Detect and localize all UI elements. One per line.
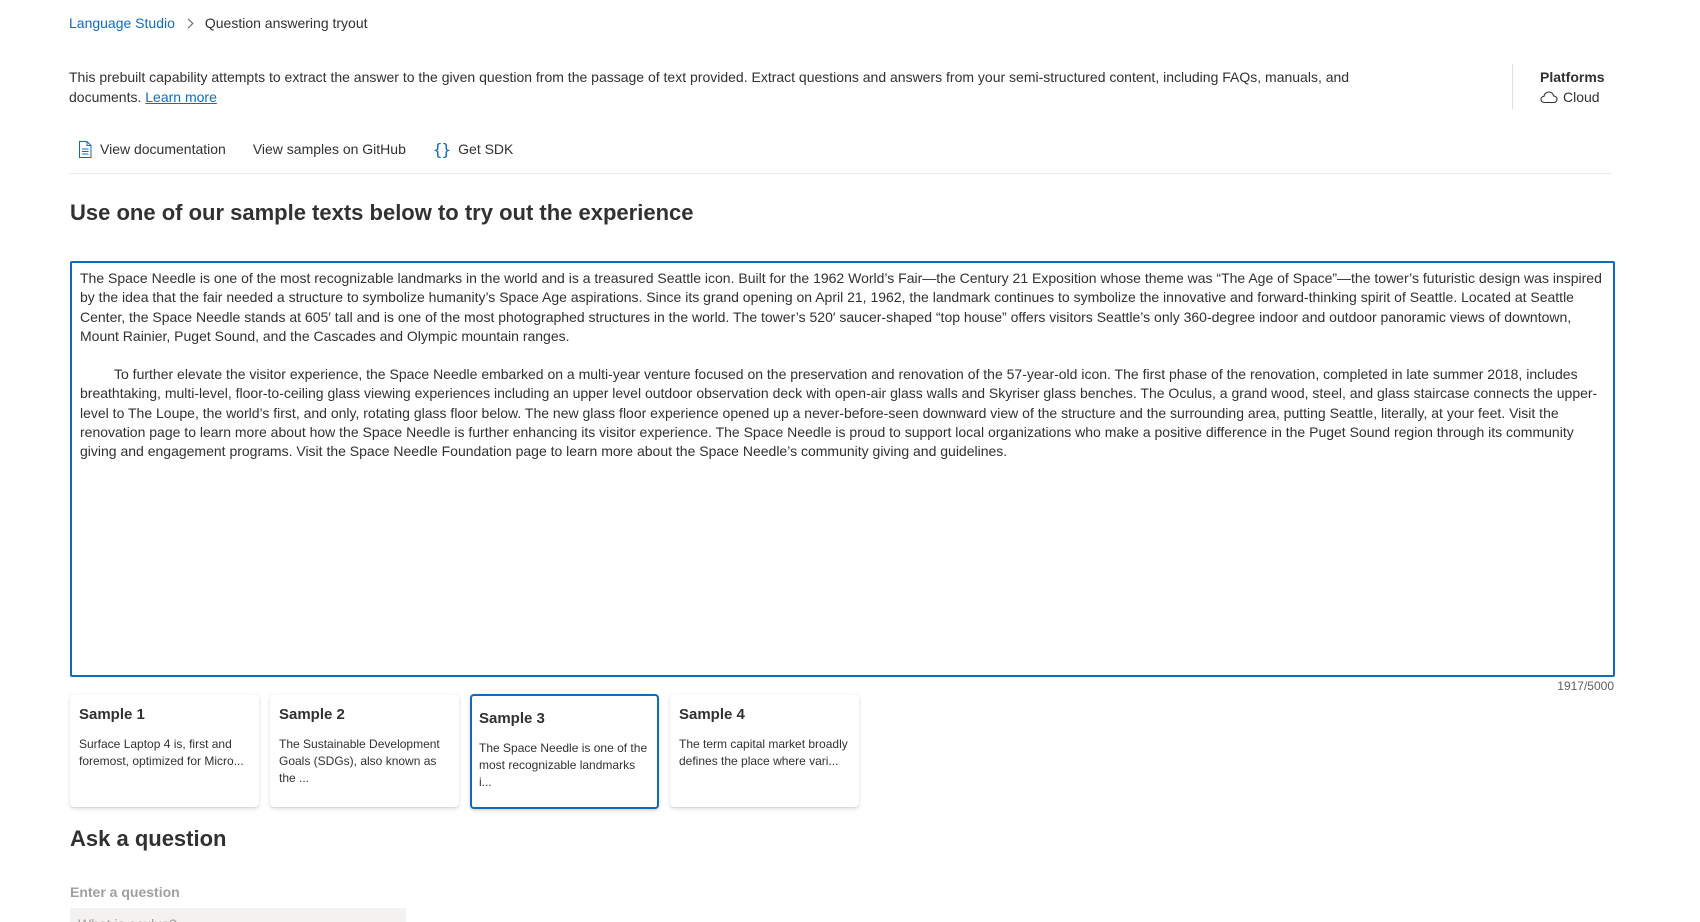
sample-card-title: Sample 2 <box>279 706 345 723</box>
character-count: 1917/5000 <box>1557 679 1614 693</box>
sample-card-3[interactable]: Sample 3 The Space Needle is one of the … <box>470 694 659 809</box>
resource-links: View documentation View samples on GitHu… <box>78 138 540 160</box>
question-input[interactable] <box>70 908 406 922</box>
view-documentation-label: View documentation <box>100 141 226 157</box>
view-samples-github-label: View samples on GitHub <box>252 141 406 157</box>
code-braces-icon: {} <box>432 139 451 159</box>
ask-question-title: Ask a question <box>70 826 227 851</box>
view-samples-github-link[interactable]: View samples on GitHub <box>253 141 406 157</box>
sample-card-4[interactable]: Sample 4 The term capital market broadly… <box>670 694 859 807</box>
document-icon <box>79 140 92 158</box>
sample-cards: Sample 1 Surface Laptop 4 is, first and … <box>70 694 859 809</box>
sample-card-title: Sample 1 <box>79 706 145 723</box>
learn-more-link[interactable]: Learn more <box>145 89 217 105</box>
chevron-right-icon <box>185 16 193 30</box>
sample-card-title: Sample 4 <box>679 706 745 723</box>
question-answering-page: Language Studio Question answering tryou… <box>0 0 1700 922</box>
cloud-icon <box>1540 91 1558 104</box>
get-sdk-label: Get SDK <box>458 141 514 157</box>
get-sdk-link[interactable]: {} Get SDK <box>433 140 514 159</box>
description-text: This prebuilt capability attempts to ext… <box>69 69 1350 105</box>
platforms-title: Platforms <box>1540 69 1605 85</box>
sample-card-title: Sample 3 <box>479 710 545 727</box>
sample-section-title: Use one of our sample texts below to try… <box>70 200 694 225</box>
section-divider <box>69 173 1612 174</box>
sample-card-description: The Sustainable Development Goals (SDGs)… <box>279 737 440 785</box>
view-documentation-link[interactable]: View documentation <box>78 140 226 158</box>
sample-card-description: The Space Needle is one of the most reco… <box>479 741 648 789</box>
breadcrumb-current: Question answering tryout <box>204 15 368 31</box>
passage-paragraph-1: The Space Needle is one of the most reco… <box>80 270 1602 344</box>
passage-textarea[interactable]: The Space Needle is one of the most reco… <box>70 261 1615 677</box>
page-description: This prebuilt capability attempts to ext… <box>69 67 1409 107</box>
sample-card-1[interactable]: Sample 1 Surface Laptop 4 is, first and … <box>70 694 259 807</box>
sample-card-2[interactable]: Sample 2 The Sustainable Development Goa… <box>270 694 459 807</box>
breadcrumb: Language Studio Question answering tryou… <box>69 12 368 34</box>
platform-cloud-label: Cloud <box>1563 89 1600 105</box>
passage-paragraph-2: To further elevate the visitor experienc… <box>80 366 1598 460</box>
platforms-cloud: Cloud <box>1540 87 1605 107</box>
breadcrumb-language-studio[interactable]: Language Studio <box>69 15 175 31</box>
sample-card-description: Surface Laptop 4 is, first and foremost,… <box>79 737 244 768</box>
question-field-label: Enter a question <box>70 884 180 900</box>
sample-card-description: The term capital market broadly defines … <box>679 737 848 768</box>
platforms-panel: Platforms Cloud <box>1512 64 1605 109</box>
